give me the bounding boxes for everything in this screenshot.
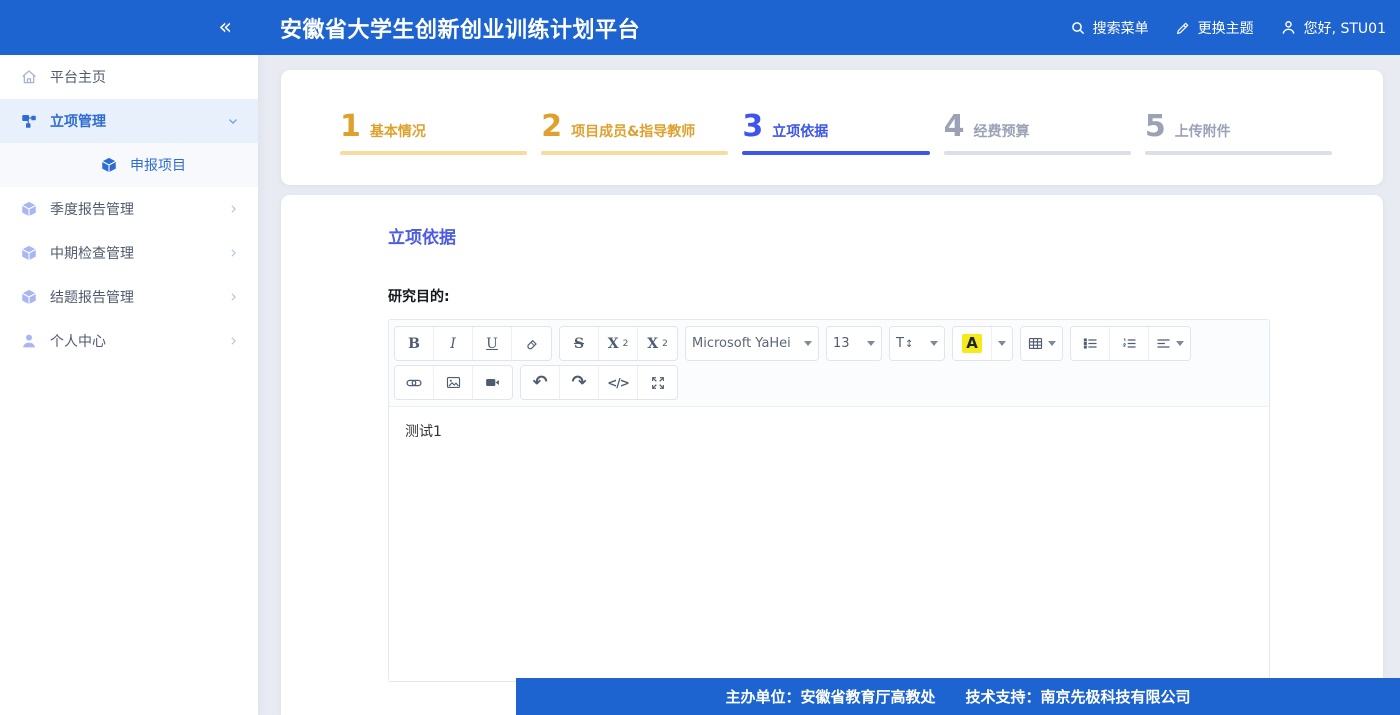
- top-header: « 安徽省大学生创新创业训练计划平台 搜索菜单 更换主题 您好, STU01: [0, 0, 1400, 55]
- sidebar-item-quarterly-report[interactable]: 季度报告管理: [0, 187, 258, 231]
- sidebar-item-personal-center[interactable]: 个人中心: [0, 319, 258, 363]
- sidebar-collapse-icon[interactable]: «: [219, 17, 232, 39]
- sidebar-item-label: 立项管理: [50, 111, 106, 131]
- step-budget[interactable]: 4 经费预算: [944, 112, 1131, 155]
- line-height-dropdown[interactable]: T↕: [890, 327, 944, 360]
- step-number: 1: [340, 112, 361, 142]
- footer-support-label: 技术支持：南京先极科技有限公司: [966, 686, 1191, 707]
- step-number: 5: [1145, 112, 1166, 142]
- chevron-right-icon: [227, 247, 240, 260]
- step-members-teachers[interactable]: 2 项目成员&指导教师: [541, 112, 728, 155]
- sidebar-nav: 平台主页 立项管理 申报项目 季度报告管理: [0, 55, 258, 715]
- sidebar-item-final-report[interactable]: 结题报告管理: [0, 275, 258, 319]
- image-button[interactable]: [434, 366, 473, 399]
- sitemap-icon: [20, 112, 38, 130]
- superscript-button[interactable]: X2: [599, 327, 638, 360]
- step-label: 项目成员&指导教师: [571, 121, 695, 141]
- section-title: 立项依据: [388, 223, 1383, 248]
- chevron-right-icon: [227, 291, 240, 304]
- font-color-caret[interactable]: [992, 327, 1012, 360]
- header-logo-area: «: [0, 17, 258, 39]
- unordered-list-button[interactable]: [1071, 327, 1110, 360]
- italic-button[interactable]: I: [434, 327, 473, 360]
- step-progress-bar: [944, 151, 1131, 155]
- search-menu-label: 搜索菜单: [1093, 18, 1149, 38]
- change-theme-button[interactable]: 更换主题: [1175, 18, 1254, 38]
- cube-icon: [20, 200, 38, 218]
- chevron-right-icon: [227, 203, 240, 216]
- step-label: 经费预算: [973, 121, 1029, 141]
- step-label: 基本情况: [370, 121, 426, 141]
- theme-brush-icon: [1175, 20, 1191, 36]
- underline-button[interactable]: U: [473, 327, 512, 360]
- subscript-button[interactable]: X2: [638, 327, 677, 360]
- sidebar-item-home[interactable]: 平台主页: [0, 55, 258, 99]
- chevron-down-icon: [226, 114, 240, 128]
- form-panel: 立项依据 研究目的: B I U: [281, 195, 1383, 715]
- cube-icon: [100, 156, 118, 174]
- cube-icon: [20, 244, 38, 262]
- chevron-right-icon: [227, 335, 240, 348]
- step-label: 立项依据: [772, 121, 828, 141]
- strikethrough-button[interactable]: S: [560, 327, 599, 360]
- footer-host-label: 主办单位：安徽省教育厅高教处: [725, 686, 935, 707]
- home-icon: [20, 68, 38, 86]
- align-dropdown[interactable]: [1149, 327, 1190, 360]
- font-color-button[interactable]: A: [953, 327, 992, 360]
- step-progress-bar: [742, 151, 929, 155]
- ordered-list-button[interactable]: [1110, 327, 1149, 360]
- search-icon: [1070, 20, 1086, 36]
- step-progress-bar: [340, 151, 527, 155]
- step-label: 上传附件: [1175, 121, 1231, 141]
- cube-icon: [20, 288, 38, 306]
- link-button[interactable]: [395, 366, 434, 399]
- search-menu-button[interactable]: 搜索菜单: [1070, 18, 1149, 38]
- page-title: 安徽省大学生创新创业训练计划平台: [280, 12, 640, 44]
- undo-button[interactable]: ↶: [521, 366, 560, 399]
- research-purpose-label: 研究目的:: [388, 286, 1383, 306]
- step-project-basis[interactable]: 3 立项依据: [742, 112, 929, 155]
- editor-toolbar: B I U S X2: [389, 320, 1269, 407]
- code-view-button[interactable]: </>: [599, 366, 638, 399]
- user-icon: [1280, 19, 1297, 36]
- editor-content-area[interactable]: 测试1: [389, 407, 1269, 681]
- user-greeting-label: 您好, STU01: [1304, 18, 1386, 38]
- redo-button[interactable]: ↷: [560, 366, 599, 399]
- person-icon: [20, 332, 38, 350]
- sidebar-item-label: 季度报告管理: [50, 199, 134, 219]
- table-dropdown[interactable]: [1021, 327, 1062, 360]
- step-number: 3: [742, 112, 763, 142]
- eraser-button[interactable]: [512, 327, 551, 360]
- video-button[interactable]: [473, 366, 512, 399]
- step-basic-info[interactable]: 1 基本情况: [340, 112, 527, 155]
- change-theme-label: 更换主题: [1198, 18, 1254, 38]
- font-size-dropdown[interactable]: 13: [827, 327, 881, 360]
- step-number: 2: [541, 112, 562, 142]
- sidebar-item-project-management[interactable]: 立项管理: [0, 99, 258, 143]
- font-family-dropdown[interactable]: Microsoft YaHei: [686, 327, 818, 360]
- step-number: 4: [944, 112, 965, 142]
- rich-text-editor: B I U S X2: [388, 319, 1270, 682]
- sidebar-item-label: 中期检查管理: [50, 243, 134, 263]
- page-footer: 主办单位：安徽省教育厅高教处 技术支持：南京先极科技有限公司: [516, 678, 1400, 715]
- app-window: « 安徽省大学生创新创业训练计划平台 搜索菜单 更换主题 您好, STU01: [0, 0, 1400, 715]
- sidebar-item-midterm-check[interactable]: 中期检查管理: [0, 231, 258, 275]
- sidebar-item-label: 个人中心: [50, 331, 106, 351]
- step-progress-bar: [1145, 151, 1332, 155]
- sidebar-item-label: 申报项目: [130, 155, 186, 175]
- step-wizard: 1 基本情况 2 项目成员&指导教师 3 立项依据: [281, 70, 1383, 185]
- sidebar-item-declare-project[interactable]: 申报项目: [0, 143, 258, 187]
- sidebar-item-label: 结题报告管理: [50, 287, 134, 307]
- step-upload-attachments[interactable]: 5 上传附件: [1145, 112, 1332, 155]
- bold-button[interactable]: B: [395, 327, 434, 360]
- user-menu-button[interactable]: 您好, STU01: [1280, 18, 1386, 38]
- header-actions: 搜索菜单 更换主题 您好, STU01: [1070, 18, 1400, 38]
- fullscreen-button[interactable]: [638, 366, 677, 399]
- step-progress-bar: [541, 151, 728, 155]
- sidebar-item-label: 平台主页: [50, 67, 106, 87]
- main-area: 1 基本情况 2 项目成员&指导教师 3 立项依据: [258, 55, 1400, 715]
